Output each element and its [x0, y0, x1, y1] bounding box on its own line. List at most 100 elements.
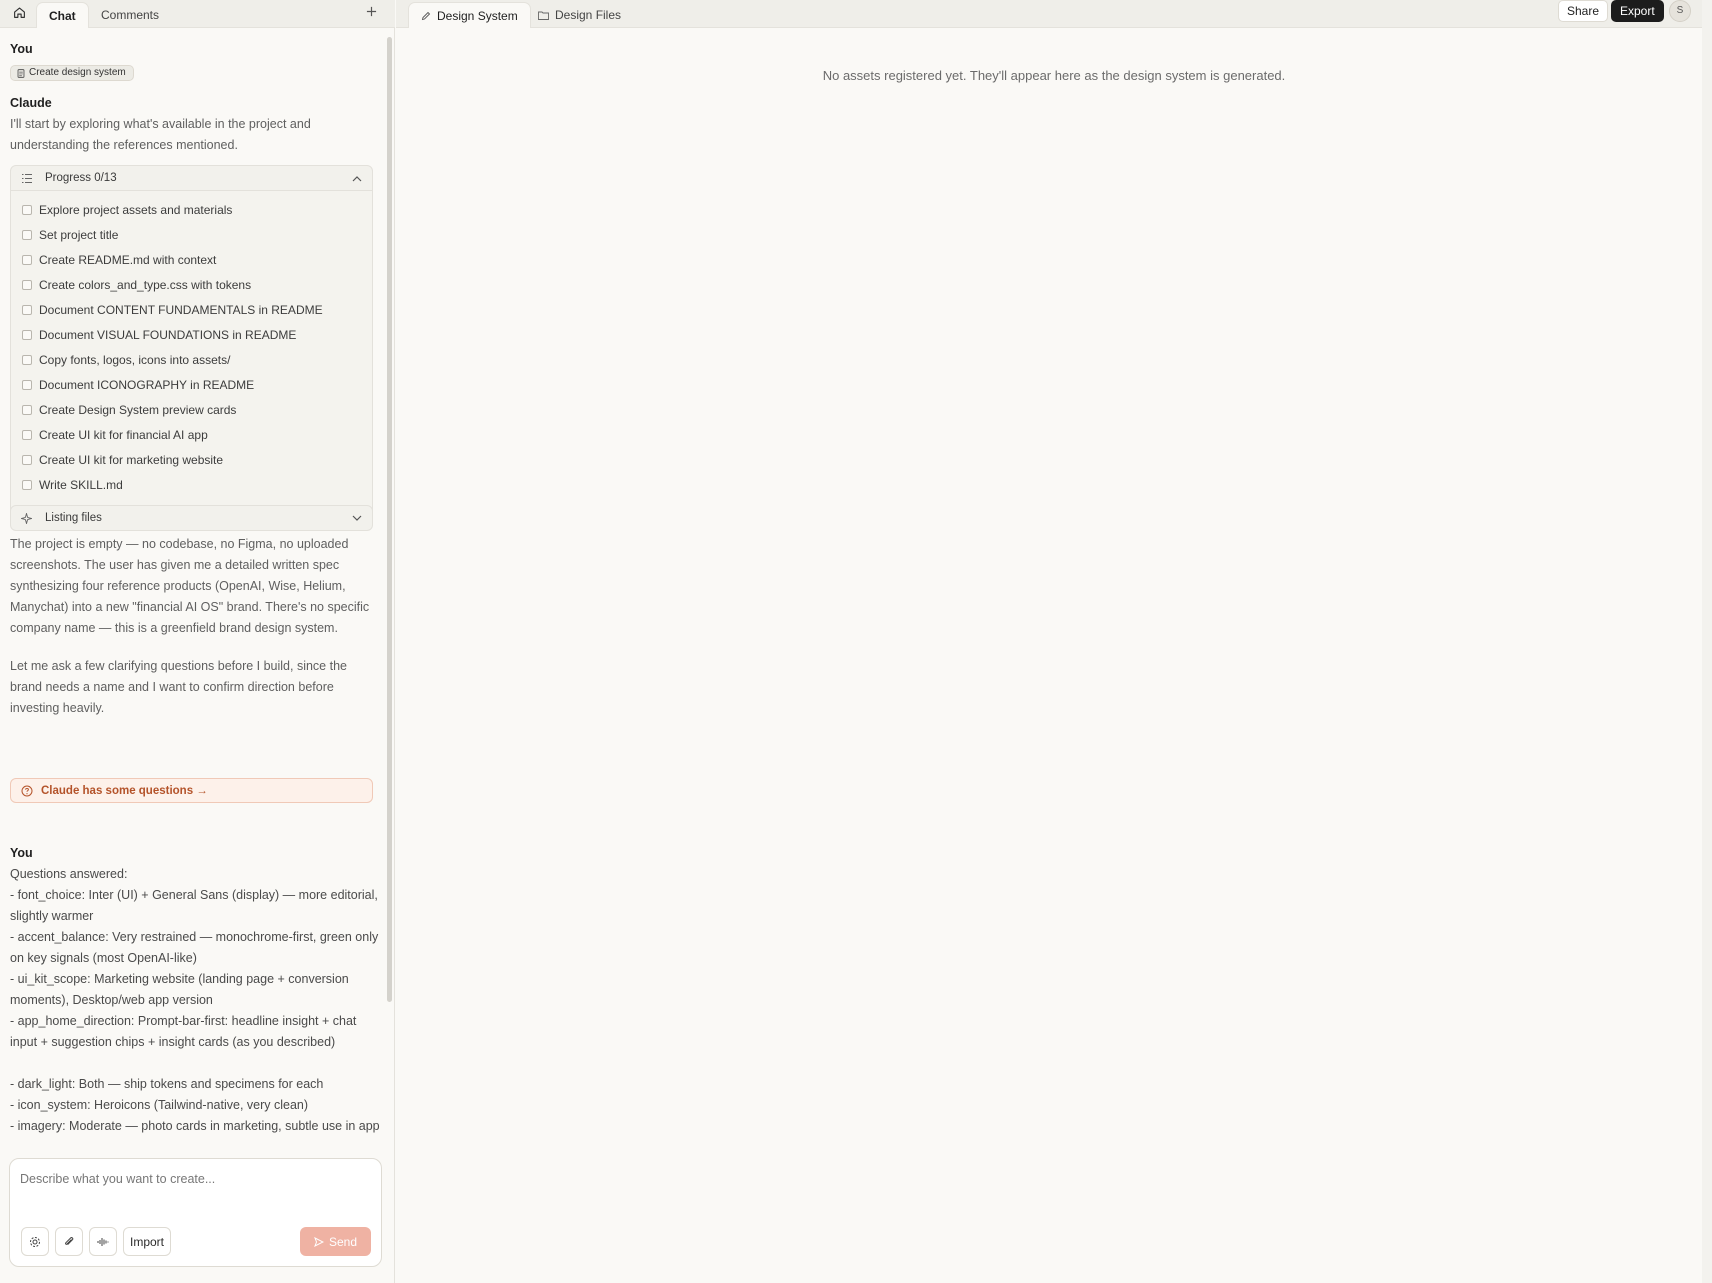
message-text: Let me ask a few clarifying questions be… [10, 659, 347, 715]
questions-label: Claude has some questions → [41, 784, 208, 797]
todo-item: Document ICONOGRAPHY in README [11, 372, 372, 397]
todo-item: Copy fonts, logos, icons into assets/ [11, 347, 372, 372]
waveform-icon [97, 1237, 109, 1246]
answers-heading: Questions answered: [10, 867, 128, 881]
avatar[interactable]: S [1669, 0, 1691, 22]
pen-icon [421, 11, 431, 20]
todo-item: Document VISUAL FOUNDATIONS in README [11, 322, 372, 347]
sparkle-icon [21, 512, 32, 524]
questions-callout[interactable]: Claude has some questions → [10, 778, 373, 803]
todo-label: Create colors_and_type.css with tokens [39, 277, 252, 292]
todo-checkbox[interactable] [22, 204, 32, 215]
left-tab-bar: Chat Comments [0, 0, 395, 28]
todo-checkbox[interactable] [22, 454, 32, 465]
todo-item: Explore project assets and materials [11, 197, 372, 222]
todo-item: Create README.md with context [11, 247, 372, 272]
attach-button[interactable] [55, 1227, 83, 1256]
todo-checkbox[interactable] [22, 429, 32, 440]
plus-icon [366, 6, 376, 17]
progress-card: Progress 0/13 Explore project assets and… [10, 165, 373, 527]
todo-checkbox[interactable] [22, 329, 32, 340]
tab-design-files-label: Design Files [555, 8, 622, 22]
todo-checkbox[interactable] [22, 254, 32, 265]
paperclip-icon [65, 1236, 74, 1245]
todo-checkbox[interactable] [22, 379, 32, 390]
todo-item: Document CONTENT FUNDAMENTALS in README [11, 297, 372, 322]
send-icon [314, 1236, 324, 1247]
right-tab-bar: Design System Design Files Share Export … [396, 0, 1712, 28]
todo-label: Write SKILL.md [39, 477, 123, 492]
import-button[interactable]: Import [123, 1227, 171, 1256]
todo-label: Create README.md with context [39, 252, 217, 267]
empty-state-message: No assets registered yet. They'll appear… [822, 68, 1286, 83]
todo-item: Create UI kit for financial AI app [11, 422, 372, 447]
voice-button[interactable] [89, 1227, 117, 1256]
composer: Import Send [9, 1158, 382, 1267]
message-text: I'll start by exploring what's available… [10, 117, 311, 152]
home-icon [13, 6, 25, 18]
todo-checkbox[interactable] [22, 479, 32, 490]
tab-design-system-label: Design System [437, 8, 518, 23]
answer-item: - icon_system: Heroicons (Tailwind-nativ… [10, 1098, 309, 1112]
answer-item: - dark_light: Both — ship tokens and spe… [10, 1077, 324, 1091]
settings-icon [30, 1236, 40, 1247]
list-icon [22, 173, 32, 183]
progress-header[interactable]: Progress 0/13 [11, 166, 372, 190]
listing-files-header[interactable]: Listing files [11, 506, 372, 530]
todo-checkbox[interactable] [22, 354, 32, 365]
todo-item: Write SKILL.md [11, 472, 372, 497]
answer-item: - font_choice: Inter (UI) + General Sans… [10, 888, 378, 923]
todo-label: Create Design System preview cards [39, 402, 237, 417]
todo-item: Create UI kit for marketing website [11, 447, 372, 472]
todo-label: Document CONTENT FUNDAMENTALS in README [39, 302, 323, 317]
chat-messages[interactable]: You Create design system Claude I'll sta… [0, 28, 390, 1158]
todo-label: Create UI kit for marketing website [39, 452, 224, 467]
share-button[interactable]: Share [1558, 0, 1609, 22]
todo-checkbox[interactable] [22, 304, 32, 315]
folder-icon [538, 11, 549, 20]
answer-item: - imagery: Moderate — photo cards in mar… [10, 1119, 380, 1133]
todo-label: Set project title [39, 227, 119, 242]
new-chat-button[interactable] [361, 3, 381, 23]
tool-call-card: Listing files [10, 505, 373, 531]
tab-design-files[interactable]: Design Files [526, 2, 633, 28]
todo-checkbox[interactable] [22, 229, 32, 240]
chevron-down-icon [352, 515, 362, 521]
listing-files-title: Listing files [45, 512, 102, 524]
message-author: You [10, 42, 33, 56]
answer-item: - app_home_direction: Prompt-bar-first: … [10, 1014, 357, 1049]
settings-button[interactable] [21, 1227, 49, 1256]
tab-comments[interactable]: Comments [89, 2, 171, 28]
attachment-chip[interactable]: Create design system [10, 65, 134, 81]
home-button[interactable] [8, 1, 30, 23]
todo-list: Explore project assets and materials Set … [11, 190, 372, 526]
chat-panel: Chat Comments You Create design system C… [0, 0, 395, 1283]
tab-chat[interactable]: Chat [36, 2, 89, 28]
todo-label: Copy fonts, logos, icons into assets/ [39, 352, 231, 367]
attachment-label: Create design system [29, 67, 126, 78]
chevron-up-icon [352, 175, 362, 181]
todo-checkbox[interactable] [22, 279, 32, 290]
chat-scrollbar[interactable] [387, 37, 392, 1002]
file-icon [17, 68, 25, 78]
send-label: Send [328, 1234, 358, 1249]
send-button[interactable]: Send [300, 1227, 371, 1256]
message-text: The project is empty — no codebase, no F… [10, 537, 370, 635]
message-author: Claude [10, 96, 52, 110]
canvas-scroll-track[interactable] [1702, 0, 1712, 1283]
message-author: You [10, 846, 33, 860]
tab-design-system[interactable]: Design System [408, 2, 531, 28]
answer-item: - accent_balance: Very restrained — mono… [10, 930, 379, 965]
todo-label: Create UI kit for financial AI app [39, 427, 208, 442]
todo-label: Explore project assets and materials [39, 202, 233, 217]
answer-item: - ui_kit_scope: Marketing website (landi… [10, 972, 349, 1007]
todo-item: Create colors_and_type.css with tokens [11, 272, 372, 297]
design-panel: Design System Design Files Share Export … [396, 0, 1712, 1283]
todo-item: Create Design System preview cards [11, 397, 372, 422]
todo-item: Set project title [11, 222, 372, 247]
prompt-input[interactable] [20, 1172, 370, 1212]
export-button[interactable]: Export [1611, 0, 1664, 22]
todo-checkbox[interactable] [22, 404, 32, 415]
progress-title: Progress 0/13 [45, 172, 117, 184]
todo-label: Document ICONOGRAPHY in README [39, 377, 255, 392]
